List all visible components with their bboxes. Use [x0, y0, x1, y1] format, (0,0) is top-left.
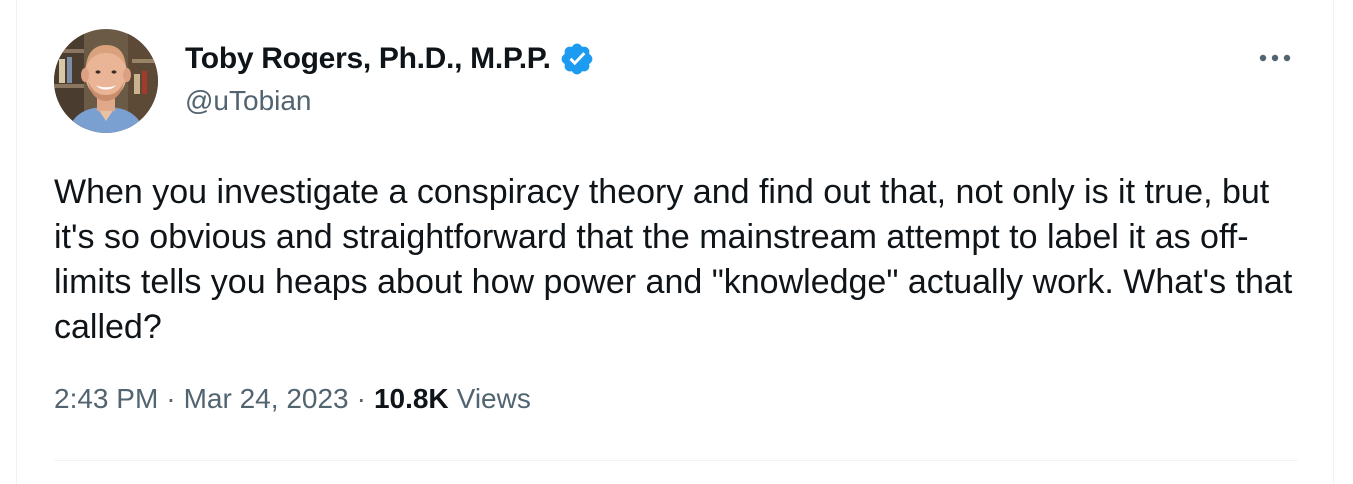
tweet-time[interactable]: 2:43 PM — [54, 383, 158, 415]
tweet-meta: 2:43 PM · Mar 24, 2023 · 10.8K Views — [54, 383, 531, 415]
tweet-date[interactable]: Mar 24, 2023 — [184, 383, 349, 415]
meta-separator: · — [356, 383, 366, 414]
avatar-photo-icon — [54, 29, 158, 133]
views-count[interactable]: 10.8K — [374, 383, 449, 415]
divider — [54, 460, 1298, 461]
author-display-name[interactable]: Toby Rogers, Ph.D., M.P.P. — [185, 42, 551, 76]
more-options-button[interactable] — [1255, 38, 1295, 78]
views-label: Views — [456, 383, 531, 414]
tweet-text: When you investigate a conspiracy theory… — [54, 173, 1302, 346]
author-name-row: Toby Rogers, Ph.D., M.P.P. — [185, 40, 595, 78]
tweet-card: Toby Rogers, Ph.D., M.P.P. @uTobian When… — [16, 0, 1334, 484]
verified-badge-icon[interactable] — [559, 41, 595, 77]
author-handle[interactable]: @uTobian — [185, 85, 312, 117]
more-horizontal-icon — [1259, 54, 1291, 62]
meta-separator: · — [166, 383, 176, 414]
author-avatar[interactable] — [54, 29, 158, 133]
